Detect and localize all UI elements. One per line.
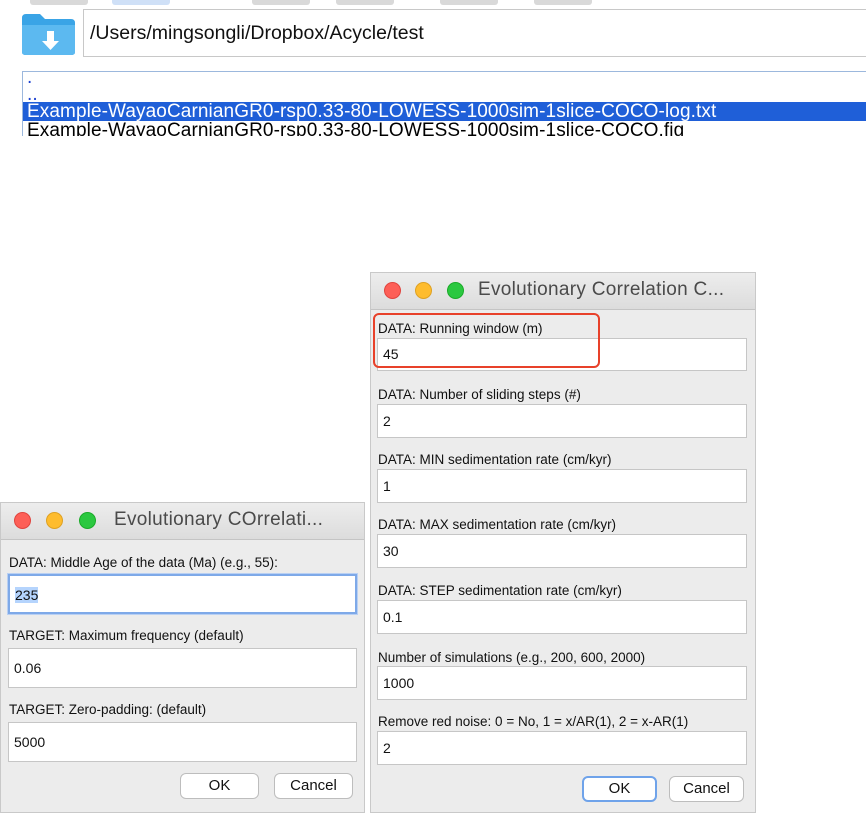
max-sedimentation-input[interactable]: 30: [377, 534, 747, 568]
zoom-icon[interactable]: [447, 282, 464, 299]
field-label: TARGET: Maximum frequency (default): [9, 628, 244, 643]
cancel-button[interactable]: Cancel: [274, 773, 353, 799]
list-item[interactable]: Example-WayaoCarnianGR0-rsp0.33-80-LOWES…: [23, 121, 866, 136]
dialog-evolutionary-correlation-large: Evolutionary Correlation C... DATA: Runn…: [370, 272, 756, 813]
minimize-icon[interactable]: [415, 282, 432, 299]
titlebar[interactable]: Evolutionary Correlation C...: [371, 273, 755, 310]
running-window-input[interactable]: 45: [377, 338, 747, 371]
red-noise-input[interactable]: 2: [377, 731, 747, 765]
min-sedimentation-input[interactable]: 1: [377, 469, 747, 503]
ok-button[interactable]: OK: [582, 776, 657, 802]
max-frequency-input[interactable]: 0.06: [8, 648, 357, 688]
titlebar[interactable]: Evolutionary COrrelati...: [1, 503, 364, 540]
field-label: DATA: Number of sliding steps (#): [378, 387, 581, 402]
close-icon[interactable]: [14, 512, 31, 529]
simulations-input[interactable]: 1000: [377, 666, 747, 700]
step-sedimentation-input[interactable]: 0.1: [377, 600, 747, 634]
field-label: TARGET: Zero-padding: (default): [9, 702, 207, 717]
dialog-title: Evolutionary COrrelati...: [114, 509, 324, 530]
zero-padding-input[interactable]: 5000: [8, 722, 357, 762]
field-label: DATA: MAX sedimentation rate (cm/kyr): [378, 517, 617, 532]
field-label: Number of simulations (e.g., 200, 600, 2…: [378, 650, 646, 665]
ok-button[interactable]: OK: [180, 773, 259, 799]
field-label: DATA: STEP sedimentation rate (cm/kyr): [378, 583, 622, 598]
field-label: DATA: MIN sedimentation rate (cm/kyr): [378, 452, 612, 467]
list-item[interactable]: ..: [23, 84, 866, 105]
file-list[interactable]: . .. Example-WayaoCarnianGR0-rsp0.33-80-…: [22, 71, 866, 136]
dialog-evolutionary-correlation-small: Evolutionary COrrelati... DATA: Middle A…: [0, 502, 365, 813]
zoom-icon[interactable]: [79, 512, 96, 529]
close-icon[interactable]: [384, 282, 401, 299]
list-item-selected[interactable]: Example-WayaoCarnianGR0-rsp0.33-80-LOWES…: [23, 102, 866, 121]
list-item[interactable]: .: [23, 72, 866, 87]
field-label: Remove red noise: 0 = No, 1 = x/AR(1), 2…: [378, 714, 689, 729]
field-label: DATA: Running window (m): [378, 321, 543, 336]
sliding-steps-input[interactable]: 2: [377, 404, 747, 438]
toolbar-strip: [20, 0, 640, 6]
path-field[interactable]: /Users/mingsongli/Dropbox/Acycle/test: [83, 9, 866, 57]
middle-age-input[interactable]: 235: [8, 574, 357, 614]
input-value: 235: [15, 587, 39, 603]
dialog-title: Evolutionary Correlation C...: [478, 279, 725, 300]
folder-icon[interactable]: [21, 12, 77, 56]
field-label: DATA: Middle Age of the data (Ma) (e.g.,…: [9, 555, 278, 570]
cancel-button[interactable]: Cancel: [669, 776, 744, 802]
minimize-icon[interactable]: [46, 512, 63, 529]
